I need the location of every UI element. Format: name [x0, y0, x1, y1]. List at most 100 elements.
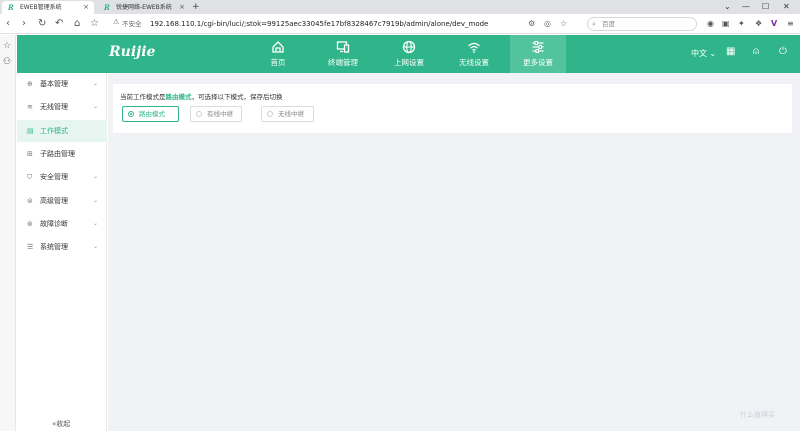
nav-label: 更多设置 — [523, 58, 553, 67]
nav-label: 无线设置 — [459, 58, 489, 67]
sidebar-item-label: 无线管理 — [40, 103, 68, 111]
advanced-icon: ⊜ — [27, 197, 33, 205]
menu-icon[interactable]: ≡ — [787, 17, 794, 31]
insecure-label: 不安全 — [122, 20, 142, 28]
nav-label: 首页 — [270, 58, 286, 67]
mode-option-router[interactable]: 路由模式 — [122, 106, 179, 122]
diagnose-icon: ⊛ — [27, 220, 33, 228]
files-icon[interactable]: ▣ — [722, 17, 730, 31]
radio-icon — [196, 111, 202, 117]
bookmark-star-icon[interactable]: ☆ — [90, 17, 99, 31]
maximize-icon[interactable]: ☐ — [762, 0, 769, 14]
tab-title: EWEB管理系统 — [20, 4, 62, 11]
watermark: 什么值得买 — [740, 411, 775, 419]
user-icon[interactable]: ⍝ — [753, 46, 759, 57]
language-selector[interactable]: 中文 ⌄ — [691, 48, 716, 59]
puzzle-icon[interactable]: ❖ — [755, 17, 762, 31]
favorite-icon[interactable]: ☆ — [560, 17, 567, 31]
nav-devices[interactable]: 终端管理 — [315, 35, 371, 73]
sidebar-item-label: 工作模式 — [40, 127, 68, 135]
extension-icon[interactable]: ✦ — [738, 17, 745, 31]
logout-icon[interactable]: ⏻ — [779, 46, 787, 57]
mode-option-label: 无线中继 — [278, 110, 304, 118]
ruijie-logo: Ruijie — [109, 44, 156, 60]
qrcode-icon[interactable]: ▦ — [726, 46, 735, 57]
tab-list-icon[interactable]: ⌄ — [724, 0, 731, 14]
warning-icon: ⚠ — [113, 18, 120, 26]
sidebar-item-system[interactable]: ☰ 系统管理 ⌄ — [17, 236, 107, 258]
forward-icon[interactable]: › — [22, 17, 26, 31]
search-icon: ⌕ — [592, 20, 596, 28]
collapse-sidebar-button[interactable]: «收起 — [52, 419, 70, 429]
desc-suffix: ，可选择以下模式，保存后切换 — [191, 93, 283, 101]
nav-label: 终端管理 — [328, 58, 358, 67]
mode-option-wired-repeater[interactable]: 有线中继 — [190, 106, 242, 122]
search-input[interactable]: ⌕ 百度 — [587, 17, 697, 31]
sidebar-item-label: 高级管理 — [40, 197, 68, 205]
nav-internet[interactable]: 上网设置 — [381, 35, 437, 73]
sidebar-item-label: 系统管理 — [40, 243, 68, 251]
main-content: 当前工作模式是路由模式，可选择以下模式，保存后切换 路由模式 有线中继 无线中继 — [108, 73, 800, 431]
sidebar-item-work-mode[interactable]: ▤ 工作模式 — [17, 120, 107, 142]
sidebar-item-sub-router[interactable]: ⊞ 子路由管理 — [17, 143, 107, 165]
collections-icon[interactable]: ⚇ — [3, 57, 11, 67]
sidebar-item-security[interactable]: ⛉ 安全管理 ⌄ — [17, 166, 107, 188]
ruijie-favicon-icon: R — [8, 3, 14, 12]
wifi-icon — [468, 42, 480, 53]
home-icon — [272, 41, 284, 53]
chevron-down-icon: ⌄ — [92, 243, 98, 250]
globe-small-icon: ⊕ — [27, 80, 33, 88]
wifi-small-icon: ≋ — [27, 103, 33, 111]
favorites-icon[interactable]: ☆ — [3, 41, 11, 51]
current-mode: 路由模式 — [165, 93, 192, 101]
home-icon[interactable]: ⌂ — [74, 17, 80, 31]
nav-home[interactable]: 首页 — [250, 35, 306, 73]
sidebar-item-basic[interactable]: ⊕ 基本管理 ⌄ — [17, 73, 107, 95]
settings-icon[interactable]: ⚙ — [528, 17, 535, 31]
sidebar-item-advanced[interactable]: ⊜ 高级管理 ⌄ — [17, 190, 107, 212]
sidebar-item-label: 故障诊断 — [40, 220, 68, 228]
new-tab-button[interactable]: + — [192, 1, 200, 14]
browser-side-panel: ☆ ⚇ — [0, 35, 16, 431]
sidebar-item-label: 子路由管理 — [40, 150, 75, 158]
minimize-icon[interactable]: — — [742, 0, 750, 14]
url-input[interactable]: 192.168.110.1/cgi-bin/luci/;stok=99125ae… — [150, 17, 488, 31]
browser-tab-eweb[interactable]: R EWEB管理系统 × — [2, 1, 94, 14]
devices-icon — [336, 41, 350, 53]
browser-tab-bar: R EWEB管理系统 × R 锐捷网络-EWEB系统 × + ⌄ — ☐ ✕ — [0, 0, 800, 14]
nav-more-settings[interactable]: 更多设置 — [510, 35, 566, 73]
browser-tab-ruijie[interactable]: R 锐捷网络-EWEB系统 × — [98, 1, 190, 14]
nav-wireless[interactable]: 无线设置 — [446, 35, 502, 73]
chevron-down-icon: ⌄ — [92, 103, 98, 110]
sidebar-item-wireless[interactable]: ≋ 无线管理 ⌄ — [17, 96, 107, 118]
sidebar: ⊕ 基本管理 ⌄ ≋ 无线管理 ⌄ ▤ 工作模式 ⊞ 子路由管理 ⛉ 安全管理 … — [17, 73, 107, 431]
tab-close-icon[interactable]: × — [83, 1, 89, 14]
chevron-down-icon: ⌄ — [709, 49, 717, 58]
shield-icon: ⛉ — [27, 173, 33, 181]
radio-checked-icon — [128, 111, 134, 117]
vivaldi-icon[interactable]: V — [771, 17, 777, 31]
radio-icon — [267, 111, 273, 117]
translate-icon[interactable]: ◎ — [544, 17, 551, 31]
desc-prefix: 当前工作模式是 — [120, 93, 166, 101]
globe-icon — [402, 40, 416, 54]
mode-icon: ▤ — [27, 127, 34, 135]
system-icon: ☰ — [27, 243, 34, 251]
chevron-down-icon: ⌄ — [92, 173, 98, 180]
sidebar-item-diagnose[interactable]: ⊛ 故障诊断 ⌄ — [17, 213, 107, 235]
sidebar-item-label: 基本管理 — [40, 80, 68, 88]
browser-address-bar: ‹ › ↻ ↶ ⌂ ☆ ⚠ 不安全 192.168.110.1/cgi-bin/… — [0, 14, 800, 34]
search-placeholder: 百度 — [602, 20, 615, 28]
sub-router-icon: ⊞ — [27, 150, 33, 158]
work-mode-card: 当前工作模式是路由模式，可选择以下模式，保存后切换 路由模式 有线中继 无线中继 — [113, 84, 792, 133]
mode-option-label: 有线中继 — [207, 110, 233, 118]
close-window-icon[interactable]: ✕ — [783, 0, 790, 14]
language-label: 中文 — [691, 49, 707, 58]
settings-sliders-icon — [532, 41, 544, 53]
back-icon[interactable]: ‹ — [6, 17, 10, 31]
undo-icon[interactable]: ↶ — [55, 17, 63, 31]
tab-close-icon[interactable]: × — [179, 1, 185, 14]
reload-icon[interactable]: ↻ — [38, 17, 46, 31]
camera-icon[interactable]: ◉ — [707, 17, 714, 31]
mode-option-wireless-repeater[interactable]: 无线中继 — [261, 106, 314, 122]
